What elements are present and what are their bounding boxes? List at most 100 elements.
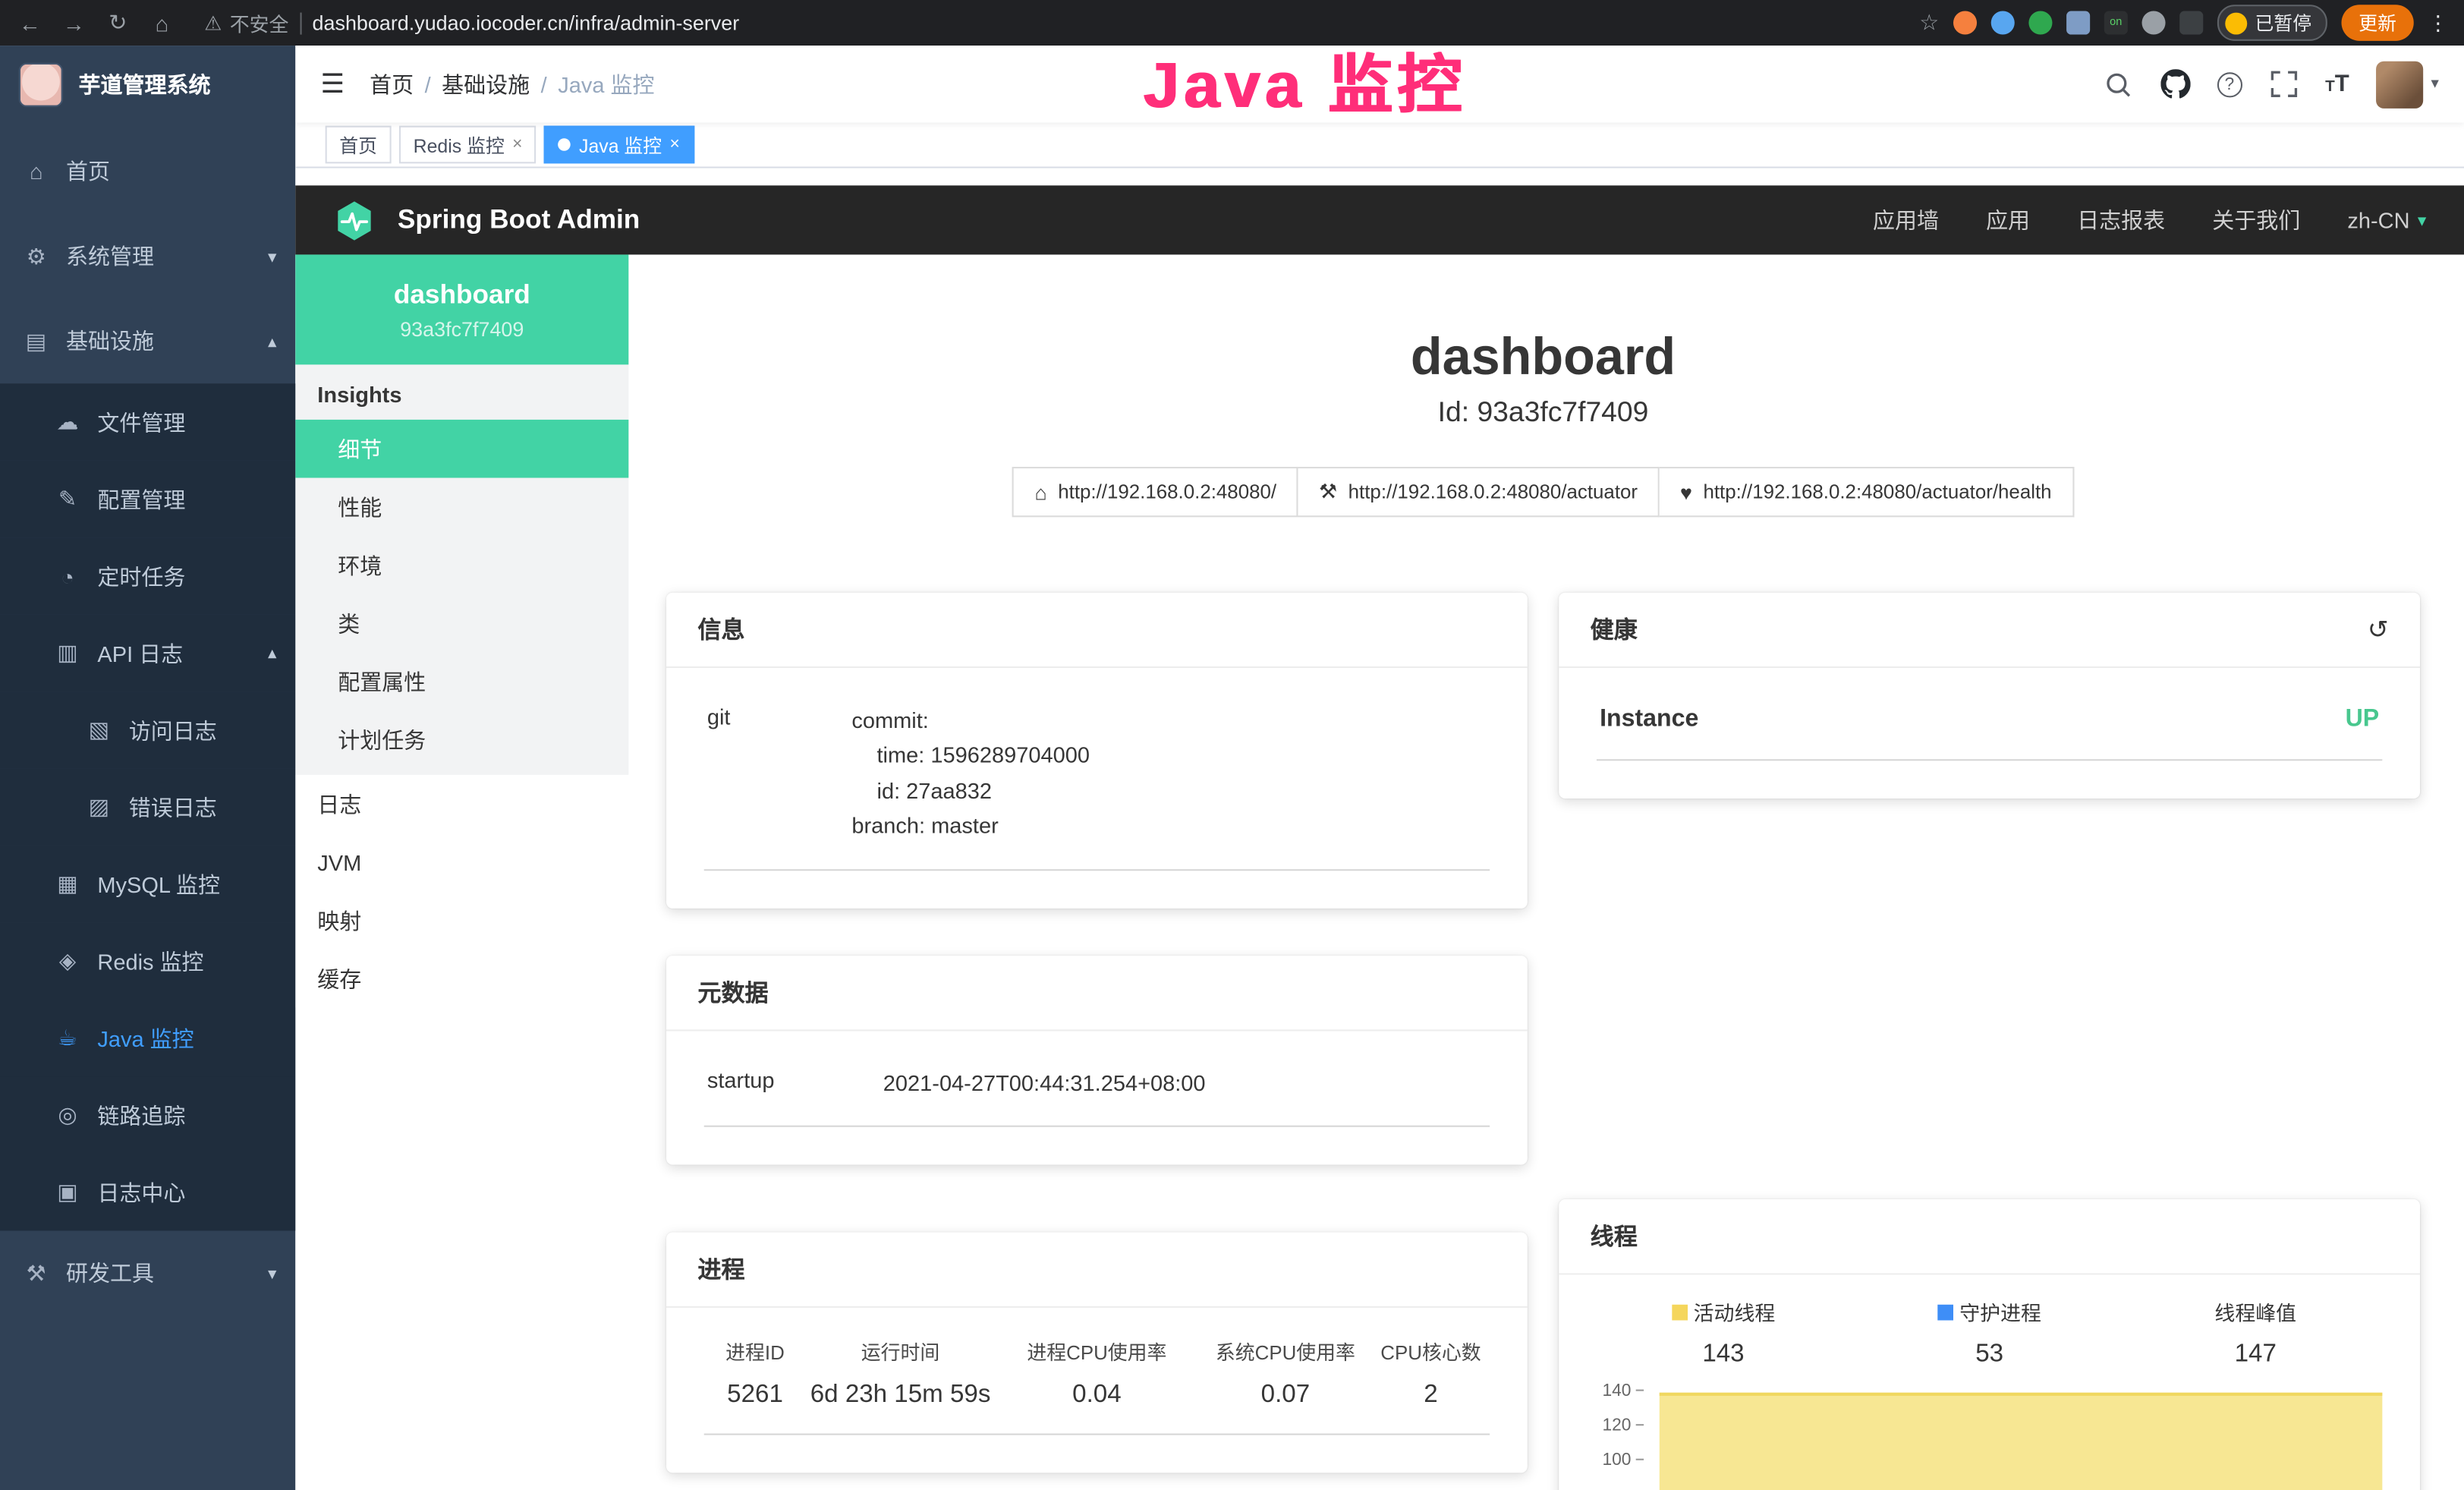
sidebar-item-config-mgmt[interactable]: ✎ 配置管理 — [0, 461, 295, 537]
reload-icon[interactable]: ↻ — [104, 9, 132, 36]
extension-icon-5[interactable] — [2141, 11, 2165, 34]
extension-icon-4[interactable] — [2066, 11, 2090, 34]
threads-card-body: 活动线程 143 守护进程 — [1559, 1274, 2420, 1490]
sidebar-item-infrastructure[interactable]: ▤ 基础设施 ▴ — [0, 298, 295, 383]
instance-health-row[interactable]: Instance UP — [1597, 696, 2382, 761]
github-icon[interactable] — [2160, 69, 2190, 99]
bookmark-star-icon[interactable]: ☆ — [1919, 9, 1939, 36]
sba-item-logs[interactable]: 日志 — [295, 775, 628, 833]
browser-home-icon[interactable]: ⌂ — [148, 10, 176, 35]
sidebar-item-api-logs[interactable]: ▥ API 日志 ▴ — [0, 615, 295, 691]
sidebar-item-label: MySQL 监控 — [97, 868, 220, 899]
wrench-icon: ⚒ — [1319, 480, 1337, 505]
fullscreen-icon[interactable] — [2269, 69, 2299, 99]
sidebar-item-file-mgmt[interactable]: ☁ 文件管理 — [0, 383, 295, 460]
hamburger-icon[interactable]: ☰ — [320, 68, 345, 99]
sba-item-details[interactable]: 细节 — [295, 420, 628, 478]
font-size-icon[interactable]: TT — [2325, 70, 2349, 98]
security-warning[interactable]: ⚠ 不安全 — [204, 8, 288, 37]
legend-live-threads: 活动线程 143 — [1591, 1296, 1857, 1369]
sidebar-item-scheduled-jobs[interactable]: ◔ 定时任务 — [0, 537, 295, 614]
close-icon[interactable]: × — [512, 135, 522, 154]
sidebar-item-log-center[interactable]: ▣ 日志中心 — [0, 1154, 295, 1230]
git-label: git — [707, 703, 852, 843]
tag-label: Redis 监控 — [414, 131, 505, 158]
sba-nav-about[interactable]: 关于我们 — [2212, 204, 2300, 235]
tag-java-monitor[interactable]: Java 监控 × — [544, 126, 694, 164]
actuator-link[interactable]: ⚒ http://192.168.0.2:48080/actuator — [1298, 467, 1660, 517]
spring-boot-admin-logo[interactable] — [333, 199, 376, 241]
sba-item-environment[interactable]: 环境 — [295, 536, 628, 594]
sba-section-label: Insights — [295, 364, 628, 419]
file-icon: ☁ — [53, 408, 81, 435]
sba-item-mappings[interactable]: 映射 — [295, 891, 628, 950]
breadcrumb: 首页 / 基础设施 / Java 监控 — [370, 68, 654, 99]
browser-menu-kebab-icon[interactable]: ⋮ — [2428, 10, 2448, 35]
sidebar-item-system-mgmt[interactable]: ⚙ 系统管理 ▾ — [0, 214, 295, 299]
sba-item-caches[interactable]: 缓存 — [295, 950, 628, 1008]
sba-nav-applications[interactable]: 应用 — [1986, 204, 2030, 235]
sidebar-item-home[interactable]: ⌂ 首页 — [0, 129, 295, 214]
sba-instance-header[interactable]: dashboard 93a3fc7f7409 — [295, 254, 628, 364]
sidebar-item-trace[interactable]: ◎ 链路追踪 — [0, 1076, 295, 1153]
health-link[interactable]: ♥ http://192.168.0.2:48080/actuator/heal… — [1660, 467, 2074, 517]
breadcrumb-home[interactable]: 首页 — [370, 68, 414, 99]
tag-home[interactable]: 首页 — [326, 126, 392, 164]
close-icon[interactable]: × — [669, 135, 679, 154]
sidebar-item-java-monitor[interactable]: ☕ Java 监控 — [0, 1000, 295, 1076]
active-dot — [559, 138, 571, 151]
profile-paused-label: 已暂停 — [2255, 9, 2312, 36]
sba-nav-wallboard[interactable]: 应用墙 — [1873, 204, 1939, 235]
search-icon[interactable] — [2104, 69, 2133, 99]
url-text[interactable]: dashboard.yudao.iocoder.cn/infra/admin-s… — [313, 11, 740, 34]
breadcrumb-infrastructure[interactable]: 基础设施 — [442, 68, 530, 99]
sba-item-classes[interactable]: 类 — [295, 594, 628, 653]
tag-label: Java 监控 — [579, 131, 662, 158]
link-url: http://192.168.0.2:48080/actuator — [1348, 481, 1638, 503]
profile-chip[interactable]: 已暂停 — [2217, 5, 2327, 41]
extension-icon-1[interactable] — [1953, 11, 1977, 34]
sba-locale-select[interactable]: zh-CN ▾ — [2347, 207, 2426, 232]
help-icon[interactable]: ? — [2217, 71, 2242, 96]
user-menu[interactable]: ▾ — [2376, 61, 2439, 108]
history-icon[interactable]: ↺ — [2368, 614, 2389, 645]
legend-value: 143 — [1591, 1340, 1857, 1369]
legend-square-yellow — [1672, 1304, 1688, 1320]
forward-icon[interactable]: → — [60, 10, 88, 35]
breadcrumb-current: Java 监控 — [558, 68, 654, 99]
extension-icon-2[interactable] — [1991, 11, 2015, 34]
extension-icon-3[interactable] — [2028, 11, 2052, 34]
process-col-process-cpu: 进程CPU使用率 0.04 — [995, 1336, 1199, 1410]
back-icon[interactable]: ← — [16, 10, 44, 35]
app-logo-row[interactable]: 芋道管理系统 — [0, 46, 295, 124]
git-branch-line: branch: master — [851, 808, 1487, 843]
sba-item-metrics[interactable]: 性能 — [295, 478, 628, 537]
profile-avatar-icon — [2225, 12, 2247, 34]
chevron-down-icon: ▾ — [268, 1263, 276, 1284]
update-button[interactable]: 更新 — [2341, 5, 2413, 41]
sidebar-item-redis-monitor[interactable]: ◈ Redis 监控 — [0, 923, 295, 1000]
sidebar-item-access-logs[interactable]: ▧ 访问日志 — [0, 691, 295, 768]
instance-link[interactable]: ⌂ http://192.168.0.2:48080/ — [1012, 467, 1298, 517]
sidebar-item-label: 首页 — [66, 156, 110, 187]
extension-icon-on[interactable]: on — [2104, 11, 2128, 34]
sba-item-jvm[interactable]: JVM — [295, 833, 628, 892]
tag-redis-monitor[interactable]: Redis 监控 × — [399, 126, 537, 164]
trace-icon: ◎ — [53, 1102, 81, 1129]
extensions-puzzle-icon[interactable] — [2179, 11, 2203, 34]
header-actions: ? TT ▾ — [2104, 61, 2439, 108]
sba-item-config-props[interactable]: 配置属性 — [295, 652, 628, 710]
sidebar-item-error-logs[interactable]: ▨ 错误日志 — [0, 769, 295, 846]
address-bar[interactable]: ⚠ 不安全 dashboard.yudao.iocoder.cn/infra/a… — [204, 8, 1903, 37]
col-header: 进程CPU使用率 — [995, 1336, 1199, 1366]
sidebar-item-dev-tools[interactable]: ⚒ 研发工具 ▾ — [0, 1230, 295, 1315]
link-url: http://192.168.0.2:48080/actuator/health — [1703, 481, 2051, 503]
sba-nav-journal[interactable]: 日志报表 — [2077, 204, 2165, 235]
sba-item-scheduled-tasks[interactable]: 计划任务 — [295, 710, 628, 769]
sba-brand-title[interactable]: Spring Boot Admin — [398, 204, 640, 235]
content-spacer — [295, 169, 2464, 186]
sidebar-item-mysql-monitor[interactable]: ▦ MySQL 监控 — [0, 846, 295, 922]
chevron-down-icon: ▾ — [2431, 75, 2438, 93]
app-window: 芋道管理系统 ⌂ 首页 ⚙ 系统管理 ▾ ▤ 基础设施 ▴ ☁ — [0, 46, 2464, 1490]
cards-right-column: 健康 ↺ Instance UP — [1559, 593, 2420, 1490]
